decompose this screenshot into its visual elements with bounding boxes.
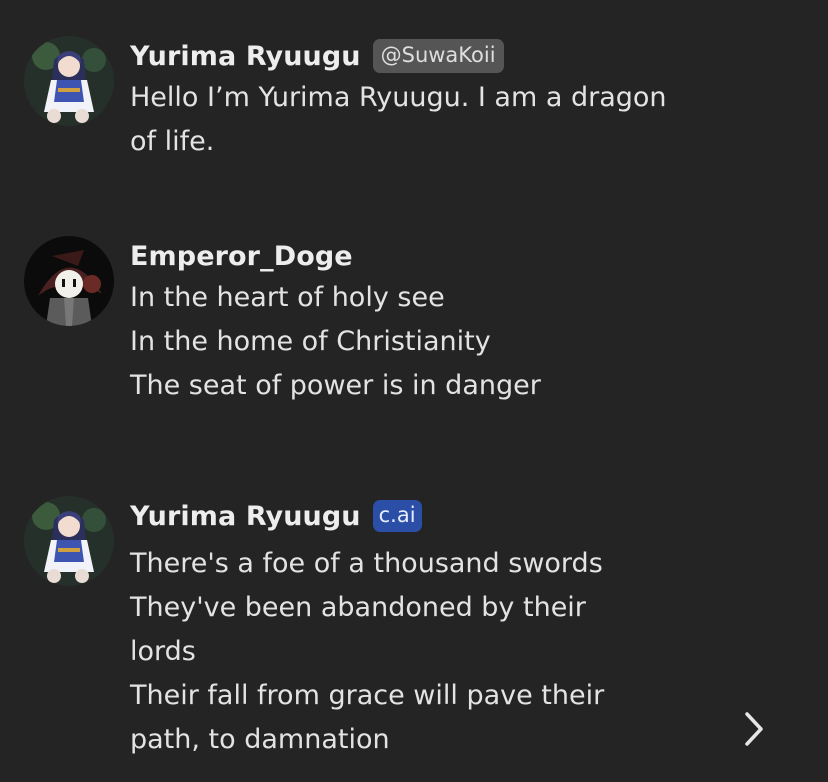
message-line: Hello I’m Yurima Ryuugu. I am a dragon <box>130 82 667 113</box>
message-line: In the heart of holy see <box>130 282 445 313</box>
message-header: Yurima Ryuugu c.ai <box>130 496 728 536</box>
message-text: There's a foe of a thousand swords They'… <box>130 542 728 762</box>
ai-badge: c.ai <box>372 499 422 533</box>
message-line: In the home of Christianity <box>130 326 491 357</box>
author-name[interactable]: Yurima Ryuugu <box>130 501 361 532</box>
user-avatar[interactable] <box>24 236 114 326</box>
message-text: In the heart of holy see In the home of … <box>130 276 728 408</box>
message-header: Yurima Ryuugu @SuwaKoii <box>130 36 728 76</box>
creator-handle-badge[interactable]: @SuwaKoii <box>372 39 504 73</box>
message-line: of life. <box>130 126 215 157</box>
message-line: lords <box>130 636 196 667</box>
message-line: The seat of power is in danger <box>130 370 541 401</box>
message-line: They've been abandoned by their <box>130 592 586 623</box>
message-header: Emperor_Doge <box>130 236 728 276</box>
message-line: path, to damnation <box>130 724 390 755</box>
author-name[interactable]: Yurima Ryuugu <box>130 41 361 72</box>
message-line: There's a foe of a thousand swords <box>130 548 603 579</box>
author-name[interactable]: Emperor_Doge <box>130 241 353 272</box>
character-avatar[interactable] <box>24 36 114 126</box>
chat-thread: Yurima Ryuugu @SuwaKoii Hello I’m Yurima… <box>0 0 828 782</box>
message-line: Their fall from grace will pave their <box>130 680 605 711</box>
character-avatar[interactable] <box>24 496 114 586</box>
message-text: Hello I’m Yurima Ryuugu. I am a dragon o… <box>130 76 728 164</box>
chevron-right-icon[interactable] <box>738 708 770 750</box>
